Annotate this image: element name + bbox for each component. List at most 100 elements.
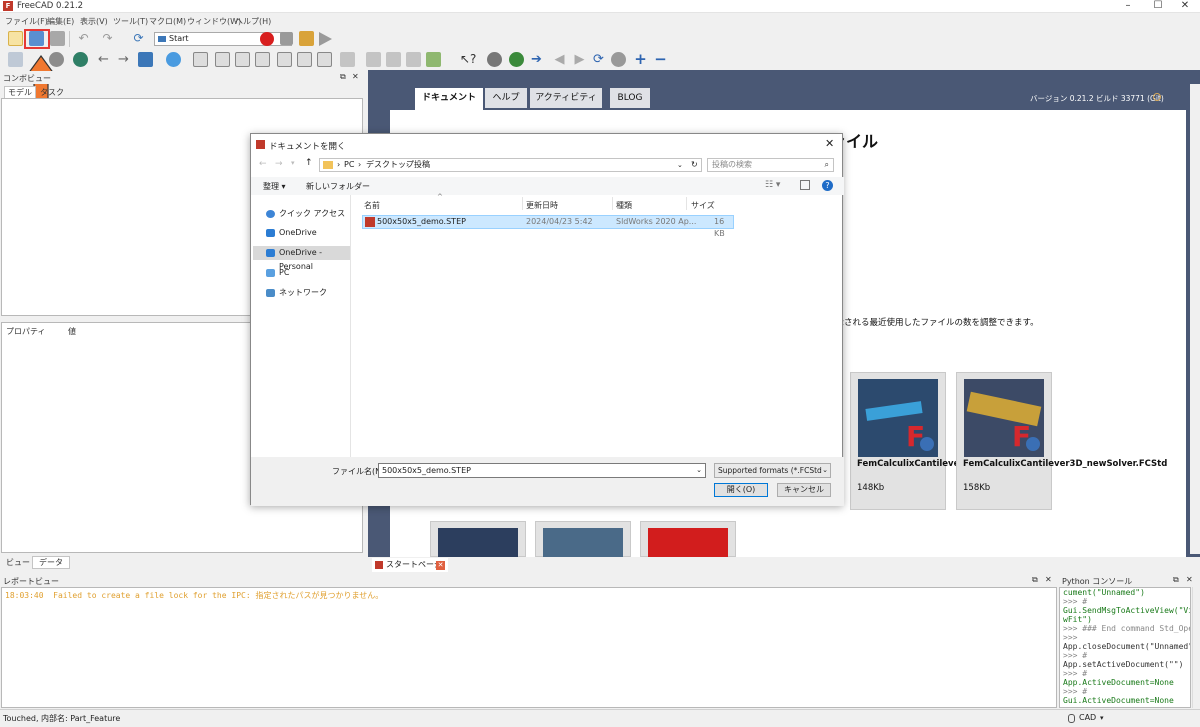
open-button[interactable]: 開く(O) bbox=[714, 483, 768, 497]
tab-blog[interactable]: BLOG bbox=[610, 88, 650, 108]
report-output[interactable]: 18:03:40 Failed to create a file lock fo… bbox=[1, 587, 1057, 708]
view-options-icon[interactable]: ☷ ▾ bbox=[765, 180, 780, 190]
new-file-icon[interactable] bbox=[8, 31, 23, 46]
tab-help[interactable]: ヘルプ bbox=[485, 88, 527, 108]
column-size[interactable]: サイズ bbox=[691, 200, 715, 211]
workbench-view-icon[interactable] bbox=[138, 52, 153, 67]
menu-edit[interactable]: 編集(E) bbox=[47, 16, 74, 27]
link-make-icon[interactable] bbox=[426, 52, 441, 67]
tab-start-page[interactable]: スタートページ ✕ bbox=[372, 558, 448, 572]
maximize-button[interactable]: ☐ bbox=[1143, 0, 1173, 12]
web-close-icon[interactable] bbox=[611, 52, 626, 67]
chevron-down-icon[interactable]: ⌄ bbox=[696, 464, 702, 477]
column-type[interactable]: 種類 bbox=[616, 200, 632, 211]
close-window-button[interactable]: ✕ bbox=[1170, 0, 1200, 12]
nav-quick-access[interactable]: クイック アクセス bbox=[253, 207, 349, 221]
back-arrow-icon[interactable]: ← bbox=[96, 52, 111, 67]
organize-button[interactable]: 整理 ▾ bbox=[263, 181, 286, 192]
nav-onedrive[interactable]: OneDrive bbox=[253, 226, 349, 240]
up-folder-icon[interactable]: ↑ bbox=[305, 158, 313, 168]
zoom-in-icon[interactable]: + bbox=[633, 52, 648, 67]
menu-help[interactable]: ヘルプ(H) bbox=[235, 16, 271, 27]
filename-input[interactable]: 500x50x5_demo.STEP ⌄ bbox=[378, 463, 706, 478]
close-tab-icon[interactable]: ✕ bbox=[436, 561, 445, 570]
undo-icon[interactable]: ↶ bbox=[76, 31, 91, 46]
right-view-icon[interactable] bbox=[255, 52, 270, 67]
start-page-scrollbar[interactable] bbox=[1190, 84, 1200, 554]
column-date[interactable]: 更新日時 bbox=[526, 200, 558, 211]
web-refresh-icon[interactable]: ⟳ bbox=[591, 52, 606, 67]
preview-pane-icon[interactable] bbox=[800, 180, 810, 190]
file-row[interactable]: 500x50x5_demo.STEP 2024/04/23 5:42 SldWo… bbox=[362, 215, 734, 238]
chevron-down-icon[interactable]: ⌄ bbox=[677, 159, 683, 171]
web-back-icon[interactable]: ◀ bbox=[552, 52, 567, 67]
std-views-icon[interactable] bbox=[73, 52, 88, 67]
zoom-out-icon[interactable]: − bbox=[653, 52, 668, 67]
tab-documents[interactable]: ドキュメント bbox=[415, 88, 483, 110]
nav-network[interactable]: ネットワーク bbox=[253, 286, 349, 300]
web-home-icon[interactable] bbox=[509, 52, 524, 67]
new-folder-button[interactable]: 新しいフォルダー bbox=[306, 181, 370, 192]
front-view-icon[interactable] bbox=[215, 52, 230, 67]
left-view-icon[interactable] bbox=[317, 52, 332, 67]
tab-data[interactable]: データ bbox=[32, 556, 70, 569]
tab-model[interactable]: モデル bbox=[4, 86, 36, 98]
close-panel-icon[interactable]: ✕ bbox=[352, 72, 359, 81]
recent-file-card[interactable]: F FemCalculixCantilever3D_newSolver.FCSt… bbox=[956, 372, 1167, 510]
recent-file-card[interactable]: F FemCalculixCantilever3D.FCStd 148Kb bbox=[850, 372, 1008, 510]
python-console-scrollbar[interactable] bbox=[1192, 587, 1200, 708]
menu-view[interactable]: 表示(V) bbox=[80, 16, 108, 27]
whats-this-icon[interactable]: ↖? bbox=[460, 52, 476, 67]
float-icon[interactable]: ⧉ bbox=[340, 72, 346, 82]
forward-arrow-icon[interactable]: → bbox=[116, 52, 131, 67]
tab-view[interactable]: ビュー bbox=[6, 557, 30, 568]
minimize-button[interactable]: – bbox=[1113, 0, 1143, 12]
save-icon[interactable] bbox=[50, 31, 65, 46]
tab-activity[interactable]: アクティビティ bbox=[530, 88, 602, 108]
part-icon[interactable] bbox=[366, 52, 381, 67]
fit-all-icon[interactable] bbox=[8, 52, 23, 67]
web-forward-icon[interactable]: ▶ bbox=[572, 52, 587, 67]
example-file-card[interactable] bbox=[430, 521, 526, 558]
example-file-card[interactable] bbox=[535, 521, 631, 558]
isometric-view-icon[interactable] bbox=[193, 52, 208, 67]
nav-onedrive-personal[interactable]: OneDrive - Personal bbox=[253, 246, 350, 271]
refresh-icon[interactable]: ⟳ bbox=[131, 31, 146, 46]
recent-locations-icon[interactable]: ▾ bbox=[291, 159, 295, 167]
record-macro-icon[interactable] bbox=[260, 32, 274, 46]
tab-tasks[interactable]: タスク bbox=[40, 87, 64, 98]
nav-pc[interactable]: PC bbox=[253, 266, 349, 280]
rear-view-icon[interactable] bbox=[277, 52, 292, 67]
column-name[interactable]: 名前 bbox=[364, 200, 380, 211]
breadcrumb-posts[interactable]: 投稿 bbox=[414, 159, 430, 171]
zoom-icon[interactable] bbox=[166, 52, 181, 67]
menu-tools[interactable]: ツール(T) bbox=[113, 16, 148, 27]
menu-window[interactable]: ウィンドウ(W) bbox=[187, 16, 241, 27]
refresh-icon[interactable]: ↻ bbox=[691, 159, 698, 171]
dialog-close-button[interactable]: ✕ bbox=[825, 137, 834, 150]
top-view-icon[interactable] bbox=[235, 52, 250, 67]
web-stop-icon[interactable] bbox=[487, 52, 502, 67]
file-type-filter[interactable]: Supported formats (*.FCStd *.3 ⌄ bbox=[714, 463, 831, 478]
menu-file[interactable]: ファイル(F) bbox=[5, 16, 48, 27]
search-input[interactable]: 投稿の検索 ⌕ bbox=[707, 158, 834, 172]
link-icon[interactable] bbox=[406, 52, 421, 67]
close-panel-icon[interactable]: ✕ bbox=[1186, 575, 1193, 584]
address-bar[interactable]: › PC › デスクトップ › 投稿 ⌄ ↻ bbox=[319, 158, 702, 172]
float-icon[interactable]: ⧉ bbox=[1032, 575, 1038, 585]
python-console-output[interactable]: cument("Unnamed") >>> # Gui.SendMsgToAct… bbox=[1059, 587, 1191, 708]
help-icon[interactable]: ? bbox=[822, 180, 833, 191]
example-file-card[interactable] bbox=[640, 521, 736, 558]
edit-macro-icon[interactable] bbox=[299, 31, 314, 46]
stop-macro-icon[interactable] bbox=[280, 32, 293, 45]
menu-macro[interactable]: マクロ(M) bbox=[149, 16, 186, 27]
navigation-style-selector[interactable]: CAD ▾ bbox=[1068, 712, 1118, 724]
redo-icon[interactable]: ↷ bbox=[100, 31, 115, 46]
breadcrumb-pc[interactable]: PC bbox=[344, 159, 354, 171]
float-icon[interactable]: ⧉ bbox=[1173, 575, 1179, 585]
close-panel-icon[interactable]: ✕ bbox=[1045, 575, 1052, 584]
measure-icon[interactable] bbox=[340, 52, 355, 67]
run-macro-icon[interactable] bbox=[319, 32, 332, 46]
group-icon[interactable] bbox=[386, 52, 401, 67]
bottom-view-icon[interactable] bbox=[297, 52, 312, 67]
